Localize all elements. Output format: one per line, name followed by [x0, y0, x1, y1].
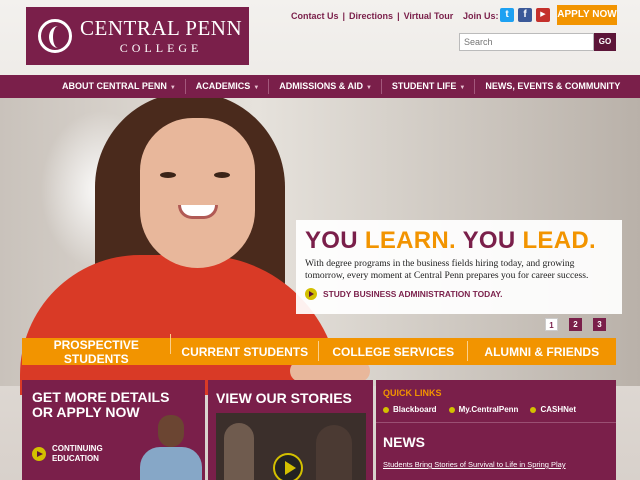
- details-panel: GET MORE DETAILS OR APPLY NOW CONTINUING…: [22, 380, 205, 480]
- hero-photo-eye-right: [214, 172, 230, 178]
- chevron-down-icon: ▼: [169, 85, 176, 91]
- nav-item-admissions[interactable]: ADMISSIONS & AID ▼: [269, 75, 382, 98]
- bullet-icon: [530, 406, 537, 413]
- play-icon: [305, 288, 317, 300]
- stories-panel: VIEW OUR STORIES: [208, 380, 373, 480]
- hero-panel: YOU LEARN. YOU LEAD. With degree program…: [296, 220, 622, 314]
- quick-link-mycentralpenn[interactable]: My.CentralPenn: [448, 405, 518, 414]
- search-go-button[interactable]: GO: [594, 33, 616, 51]
- main-nav: ABOUT CENTRAL PENN ▼ ACADEMICS ▼ ADMISSION…: [0, 75, 640, 98]
- chevron-down-icon: ▼: [253, 85, 260, 91]
- twitter-icon[interactable]: t: [500, 8, 514, 22]
- bullet-icon: [383, 406, 389, 413]
- quick-links-news-panel: QUICK LINKS Blackboard My.CentralPenn CA…: [376, 380, 616, 480]
- hero-headline: YOU LEARN. YOU LEAD.: [305, 227, 596, 254]
- quick-link-cashnet[interactable]: CASHNet: [530, 405, 576, 414]
- prospective-students-link[interactable]: PROSPECTIVE STUDENTS: [22, 333, 171, 366]
- virtual-tour-link[interactable]: Virtual Tour: [404, 11, 454, 21]
- news-item-link[interactable]: Students Bring Stories of Survival to Li…: [383, 460, 566, 469]
- chevron-down-icon: ▼: [365, 85, 372, 91]
- video-play-icon[interactable]: [273, 453, 303, 480]
- nav-item-academics[interactable]: ACADEMICS ▼: [186, 75, 270, 98]
- play-icon: [32, 447, 46, 461]
- nav-item-news-events[interactable]: NEWS, EVENTS & COMMUNITY: [475, 75, 630, 98]
- divider: [376, 422, 616, 423]
- slide-pager-2[interactable]: 2: [569, 318, 582, 331]
- stories-title[interactable]: VIEW OUR STORIES: [216, 390, 352, 406]
- quick-links-list: Blackboard My.CentralPenn CASHNet: [383, 405, 576, 414]
- logo-name: CENTRAL PENN: [80, 16, 243, 40]
- chevron-down-icon: ▼: [459, 85, 466, 91]
- logo-text: CENTRAL PENN COLLEGE: [80, 16, 242, 56]
- alumni-friends-link[interactable]: ALUMNI & FRIENDS: [468, 345, 617, 359]
- college-logo[interactable]: CENTRAL PENN COLLEGE: [26, 7, 249, 65]
- join-us-label: Join Us:: [463, 11, 499, 21]
- facebook-icon[interactable]: f: [518, 8, 532, 22]
- slide-pager-1[interactable]: 1: [545, 318, 558, 331]
- utility-links: Contact Us | Directions | Virtual Tour: [291, 11, 454, 21]
- apply-now-button[interactable]: APPLY NOW: [557, 5, 617, 25]
- quick-links-title: QUICK LINKS: [383, 388, 442, 398]
- search-input[interactable]: [459, 33, 594, 51]
- nav-item-about[interactable]: ABOUT CENTRAL PENN ▼: [52, 75, 186, 98]
- quick-link-blackboard[interactable]: Blackboard: [383, 405, 437, 414]
- logo-mark-icon: [38, 19, 72, 53]
- audience-nav: PROSPECTIVE STUDENTS CURRENT STUDENTS CO…: [22, 333, 617, 366]
- slide-pager-3[interactable]: 3: [593, 318, 606, 331]
- student-photo: [140, 415, 202, 480]
- bullet-icon: [448, 406, 455, 413]
- hero-photo-person-face: [140, 118, 255, 268]
- contact-us-link[interactable]: Contact Us: [291, 11, 339, 21]
- current-students-link[interactable]: CURRENT STUDENTS: [171, 340, 320, 361]
- youtube-icon[interactable]: ▶: [536, 8, 550, 22]
- hero-photo-eye-left: [160, 172, 176, 178]
- continuing-education-link[interactable]: CONTINUING EDUCATION: [32, 444, 103, 464]
- stories-video-thumbnail[interactable]: [216, 413, 366, 480]
- news-title: NEWS: [383, 434, 425, 450]
- hero-cta-link[interactable]: STUDY BUSINESS ADMINISTRATION TODAY.: [305, 288, 614, 300]
- directions-link[interactable]: Directions: [349, 11, 393, 21]
- nav-item-student-life[interactable]: STUDENT LIFE ▼: [382, 75, 476, 98]
- logo-subtitle: COLLEGE: [119, 41, 203, 55]
- hero-body: With degree programs in the business fie…: [305, 258, 589, 281]
- college-services-link[interactable]: COLLEGE SERVICES: [319, 340, 468, 361]
